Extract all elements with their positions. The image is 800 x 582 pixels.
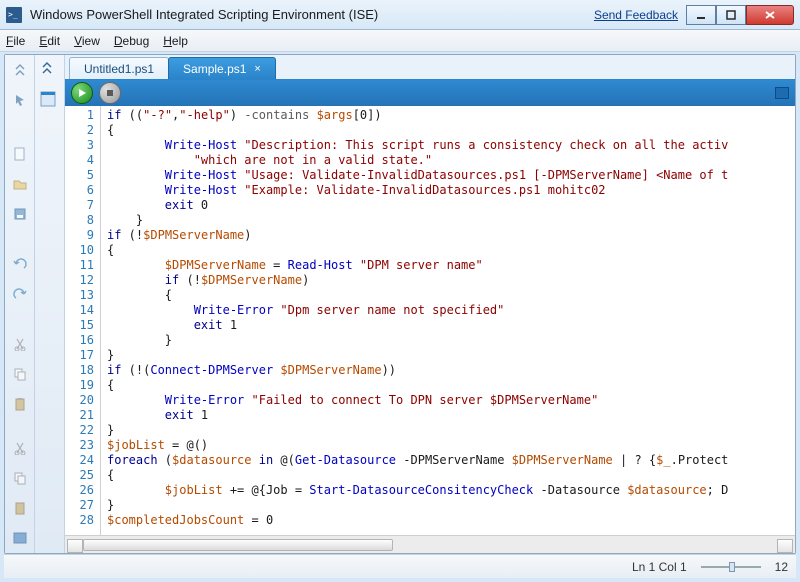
editor-column: Untitled1.ps1 Sample.ps1 × 12345678910111… — [65, 55, 795, 553]
maximize-button[interactable] — [716, 5, 746, 25]
pointer-icon[interactable] — [11, 91, 29, 109]
copy-icon[interactable] — [11, 365, 29, 383]
menu-debug[interactable]: Debug — [114, 34, 149, 48]
status-bar: Ln 1 Col 1 12 — [4, 554, 796, 578]
menu-edit[interactable]: Edit — [39, 34, 60, 48]
script-pane-icon — [40, 91, 60, 111]
redo-icon[interactable] — [11, 285, 29, 303]
editor-toolbar — [65, 80, 795, 106]
left-toolbar — [5, 55, 35, 553]
zoom-slider[interactable] — [701, 562, 761, 572]
app-icon — [6, 7, 22, 23]
tab-label: Untitled1.ps1 — [84, 62, 154, 76]
pane-handle[interactable] — [35, 55, 65, 553]
menu-file[interactable]: File — [6, 34, 25, 48]
save-icon[interactable] — [11, 205, 29, 223]
collapse-icon — [40, 61, 60, 81]
run-button[interactable] — [71, 82, 93, 104]
code-area[interactable]: 1234567891011121314151617181920212223242… — [65, 106, 795, 535]
expand-icon[interactable] — [11, 61, 29, 79]
zoom-value: 12 — [775, 560, 788, 574]
window-title: Windows PowerShell Integrated Scripting … — [30, 7, 594, 22]
stop-button[interactable] — [99, 82, 121, 104]
new-file-icon[interactable] — [11, 145, 29, 163]
menu-bar: File Edit View Debug Help — [0, 30, 800, 52]
menu-view[interactable]: View — [74, 34, 100, 48]
copy-icon-2[interactable] — [11, 469, 29, 487]
hide-pane-button[interactable] — [775, 87, 789, 99]
cut-icon[interactable] — [11, 335, 29, 353]
main-area: Untitled1.ps1 Sample.ps1 × 12345678910111… — [4, 54, 796, 554]
title-bar: Windows PowerShell Integrated Scripting … — [0, 0, 800, 30]
tab-strip: Untitled1.ps1 Sample.ps1 × — [65, 55, 795, 79]
minimize-button[interactable] — [686, 5, 716, 25]
tab-close-icon[interactable]: × — [254, 63, 260, 75]
code-text[interactable]: if (("-?","-help") -contains $args[0]){ … — [101, 106, 795, 535]
menu-help[interactable]: Help — [163, 34, 188, 48]
cursor-position: Ln 1 Col 1 — [632, 560, 687, 574]
cut-icon-2[interactable] — [11, 439, 29, 457]
editor-wrap: 1234567891011121314151617181920212223242… — [65, 79, 795, 553]
paste-icon[interactable] — [11, 395, 29, 413]
close-button[interactable] — [746, 5, 794, 25]
panel-icon[interactable] — [11, 529, 29, 547]
send-feedback-link[interactable]: Send Feedback — [594, 8, 678, 22]
undo-icon[interactable] — [11, 255, 29, 273]
scrollbar-thumb[interactable] — [83, 539, 393, 551]
line-numbers: 1234567891011121314151617181920212223242… — [65, 106, 101, 535]
open-file-icon[interactable] — [11, 175, 29, 193]
horizontal-scrollbar[interactable] — [65, 535, 795, 553]
tab-untitled1[interactable]: Untitled1.ps1 — [69, 57, 169, 79]
tab-sample[interactable]: Sample.ps1 × — [168, 57, 276, 79]
paste-icon-2[interactable] — [11, 499, 29, 517]
tab-label: Sample.ps1 — [183, 62, 246, 76]
